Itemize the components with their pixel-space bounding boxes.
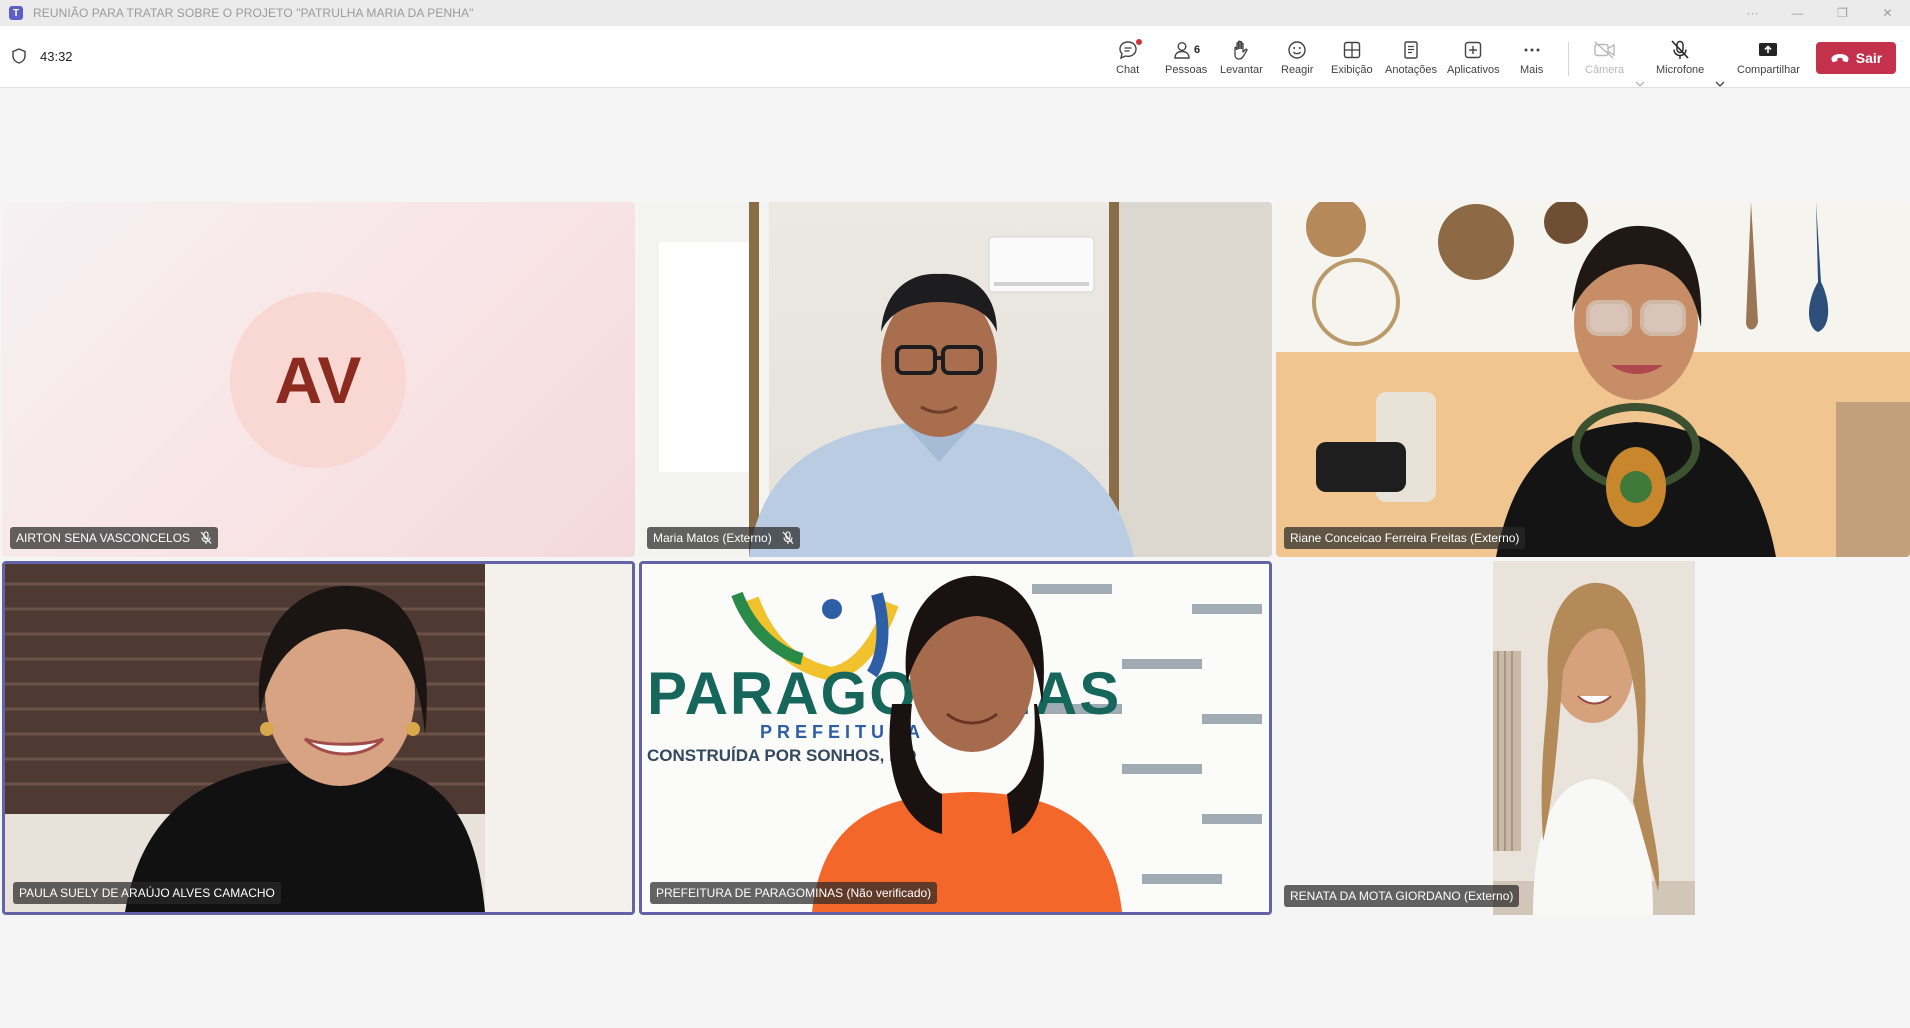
grid-view-icon xyxy=(1343,41,1360,59)
window-titlebar: T REUNIÃO PARA TRATAR SOBRE O PROJETO "P… xyxy=(0,0,1910,26)
avatar: AV xyxy=(230,292,406,468)
microphone-button[interactable]: Microfone xyxy=(1656,38,1704,76)
window-controls: ··· — ❐ ✕ xyxy=(1730,0,1910,26)
minimize-icon[interactable]: — xyxy=(1775,0,1820,26)
timer-text: 43:32 xyxy=(40,48,73,64)
camera-button[interactable]: Câmera xyxy=(1585,38,1624,76)
add-app-icon xyxy=(1465,41,1482,59)
participant-name-tag: PREFEITURA DE PARAGOMINAS (Não verificad… xyxy=(650,882,938,904)
camera-off-icon xyxy=(1593,41,1615,59)
window-title: REUNIÃO PARA TRATAR SOBRE O PROJETO "PAT… xyxy=(33,6,474,20)
mic-muted-icon xyxy=(200,531,212,545)
smiley-icon xyxy=(1288,41,1306,59)
participant-tile-paula[interactable]: PAULA SUELY DE ARAÚJO ALVES CAMACHO xyxy=(2,561,635,915)
apps-label: Aplicativos xyxy=(1447,64,1500,76)
people-label: Pessoas xyxy=(1165,64,1208,76)
shield-icon xyxy=(12,48,26,64)
participant-name: PREFEITURA DE PARAGOMINAS (Não verificad… xyxy=(656,886,932,900)
share-label: Compartilhar xyxy=(1737,64,1800,76)
react-label: Reagir xyxy=(1281,64,1314,76)
participant-video-feed xyxy=(5,564,632,912)
leave-label: Sair xyxy=(1855,50,1883,66)
hand-icon xyxy=(1234,40,1249,60)
people-icon xyxy=(1174,42,1190,59)
close-icon[interactable]: ✕ xyxy=(1865,0,1910,26)
participant-tile-airton[interactable]: AV AIRTON SENA VASCONCELOS xyxy=(2,202,635,557)
apps-button[interactable]: Aplicativos xyxy=(1447,38,1500,76)
more-button[interactable]: Mais xyxy=(1520,38,1543,76)
presenter-figure xyxy=(812,575,1122,912)
microphone-label: Microfone xyxy=(1656,64,1705,76)
participant-video-feed xyxy=(1493,561,1695,915)
view-label: Exibição xyxy=(1331,64,1373,76)
notes-icon xyxy=(1404,41,1418,59)
meeting-toolbar: 43:32 Chat 6 Pessoas Levantar Reagir Exi… xyxy=(0,26,1910,88)
toolbar-divider xyxy=(1568,42,1569,76)
share-screen-icon xyxy=(1759,43,1778,56)
camera-options-chevron-down-icon[interactable] xyxy=(1634,78,1646,90)
ellipsis-icon xyxy=(1524,48,1540,52)
participant-name: RENATA DA MOTA GIORDANO (Externo) xyxy=(1290,889,1514,903)
react-button[interactable]: Reagir xyxy=(1281,38,1313,76)
participant-tile-maria-matos[interactable]: Maria Matos (Externo) xyxy=(639,202,1272,557)
participant-name-tag: AIRTON SENA VASCONCELOS xyxy=(10,527,219,549)
more-icon[interactable]: ··· xyxy=(1730,0,1775,26)
mic-options-chevron-down-icon[interactable] xyxy=(1714,78,1726,90)
restore-icon[interactable]: ❐ xyxy=(1820,0,1865,26)
people-count: 6 xyxy=(1194,44,1201,56)
raise-hand-label: Levantar xyxy=(1220,64,1263,76)
chat-button[interactable]: Chat xyxy=(1116,38,1142,76)
share-button[interactable]: Compartilhar xyxy=(1737,38,1800,76)
camera-label: Câmera xyxy=(1585,64,1625,76)
participant-name: AIRTON SENA VASCONCELOS xyxy=(16,531,191,545)
mic-muted-icon xyxy=(782,531,794,545)
chat-label: Chat xyxy=(1116,64,1140,76)
participant-tile-renata[interactable]: RENATA DA MOTA GIORDANO (Externo) xyxy=(1276,561,1910,915)
people-button[interactable]: 6 Pessoas xyxy=(1165,38,1207,76)
notes-label: Anotações xyxy=(1385,64,1437,76)
participant-name: Riane Conceicao Ferreira Freitas (Extern… xyxy=(1290,531,1520,545)
participant-name-tag: Maria Matos (Externo) xyxy=(647,527,800,549)
notes-button[interactable]: Anotações xyxy=(1385,38,1437,76)
participant-video-feed xyxy=(639,202,1272,557)
view-button[interactable]: Exibição xyxy=(1331,38,1373,76)
participant-tile-prefeitura[interactable]: PARAGOMINAS PREFEITURA CONSTRUÍDA POR SO… xyxy=(639,561,1272,915)
hang-up-icon xyxy=(1831,54,1849,63)
more-label: Mais xyxy=(1520,64,1544,76)
meeting-timer: 43:32 xyxy=(12,48,73,64)
participant-video-feed xyxy=(1276,202,1910,557)
teams-icon: T xyxy=(9,6,23,20)
participant-tile-riane[interactable]: Riane Conceicao Ferreira Freitas (Extern… xyxy=(1276,202,1910,557)
mic-off-icon xyxy=(1671,40,1689,59)
leave-button[interactable]: Sair xyxy=(1816,42,1896,74)
participant-name: PAULA SUELY DE ARAÚJO ALVES CAMACHO xyxy=(19,886,275,900)
participant-name: Maria Matos (Externo) xyxy=(653,531,772,545)
participant-name-tag: RENATA DA MOTA GIORDANO (Externo) xyxy=(1284,885,1520,907)
chat-notification-dot xyxy=(1135,39,1142,45)
raise-hand-button[interactable]: Levantar xyxy=(1220,38,1263,76)
participant-name-tag: Riane Conceicao Ferreira Freitas (Extern… xyxy=(1284,527,1526,549)
participant-name-tag: PAULA SUELY DE ARAÚJO ALVES CAMACHO xyxy=(13,882,281,904)
